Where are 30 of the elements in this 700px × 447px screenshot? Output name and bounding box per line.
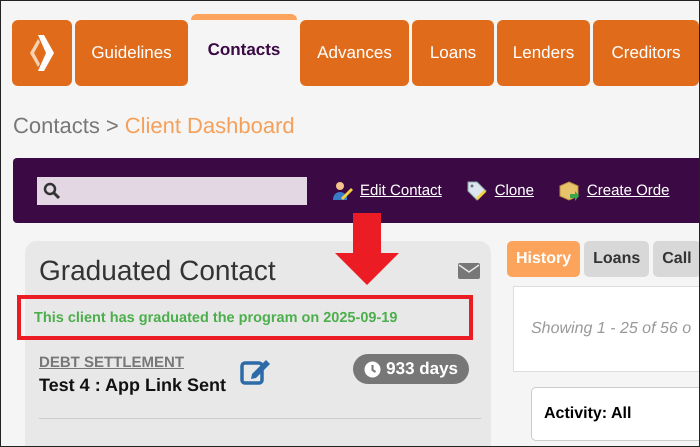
duration-text: 933 days (386, 359, 458, 379)
breadcrumb-separator: > (106, 113, 119, 140)
card-title: Graduated Contact (39, 255, 276, 287)
nav-tab[interactable]: Creditors (593, 20, 699, 86)
side-tab[interactable]: Loans (584, 241, 650, 277)
arrow-icon (335, 213, 399, 285)
toolbar-link[interactable]: Edit Contact (360, 182, 442, 199)
nav-tab[interactable]: Lenders (497, 20, 590, 86)
nav-tab[interactable]: Advances (300, 20, 409, 86)
search-field[interactable] (37, 176, 307, 204)
nav-tab[interactable]: Loans (412, 20, 494, 86)
toolbar-link[interactable]: Clone (494, 182, 534, 199)
program-link[interactable]: DEBT SETTLEMENT (39, 354, 226, 371)
activity-filter[interactable]: Activity: All (531, 387, 699, 441)
side-tab[interactable]: Call (653, 241, 699, 277)
person-pencil-icon (331, 180, 353, 202)
clock-icon (364, 360, 382, 378)
search-icon (43, 182, 61, 200)
contact-status: Test 4 : App Link Sent (39, 375, 226, 396)
logo-icon[interactable] (12, 20, 72, 86)
edit-icon[interactable] (240, 358, 272, 386)
toolbar-link[interactable]: Create Orde (586, 182, 670, 199)
nav-tab[interactable]: Guidelines (75, 20, 188, 86)
envelope-icon[interactable] (458, 263, 480, 279)
breadcrumb-current: Client Dashboard (124, 113, 295, 140)
package-icon (558, 180, 580, 202)
results-count: Showing 1 - 25 of 56 o (531, 320, 692, 338)
graduation-notice: This client has graduated the program on 2025-09-19 (17, 295, 473, 340)
breadcrumb-link[interactable]: Contacts (13, 113, 100, 143)
tag-icon (466, 180, 488, 202)
